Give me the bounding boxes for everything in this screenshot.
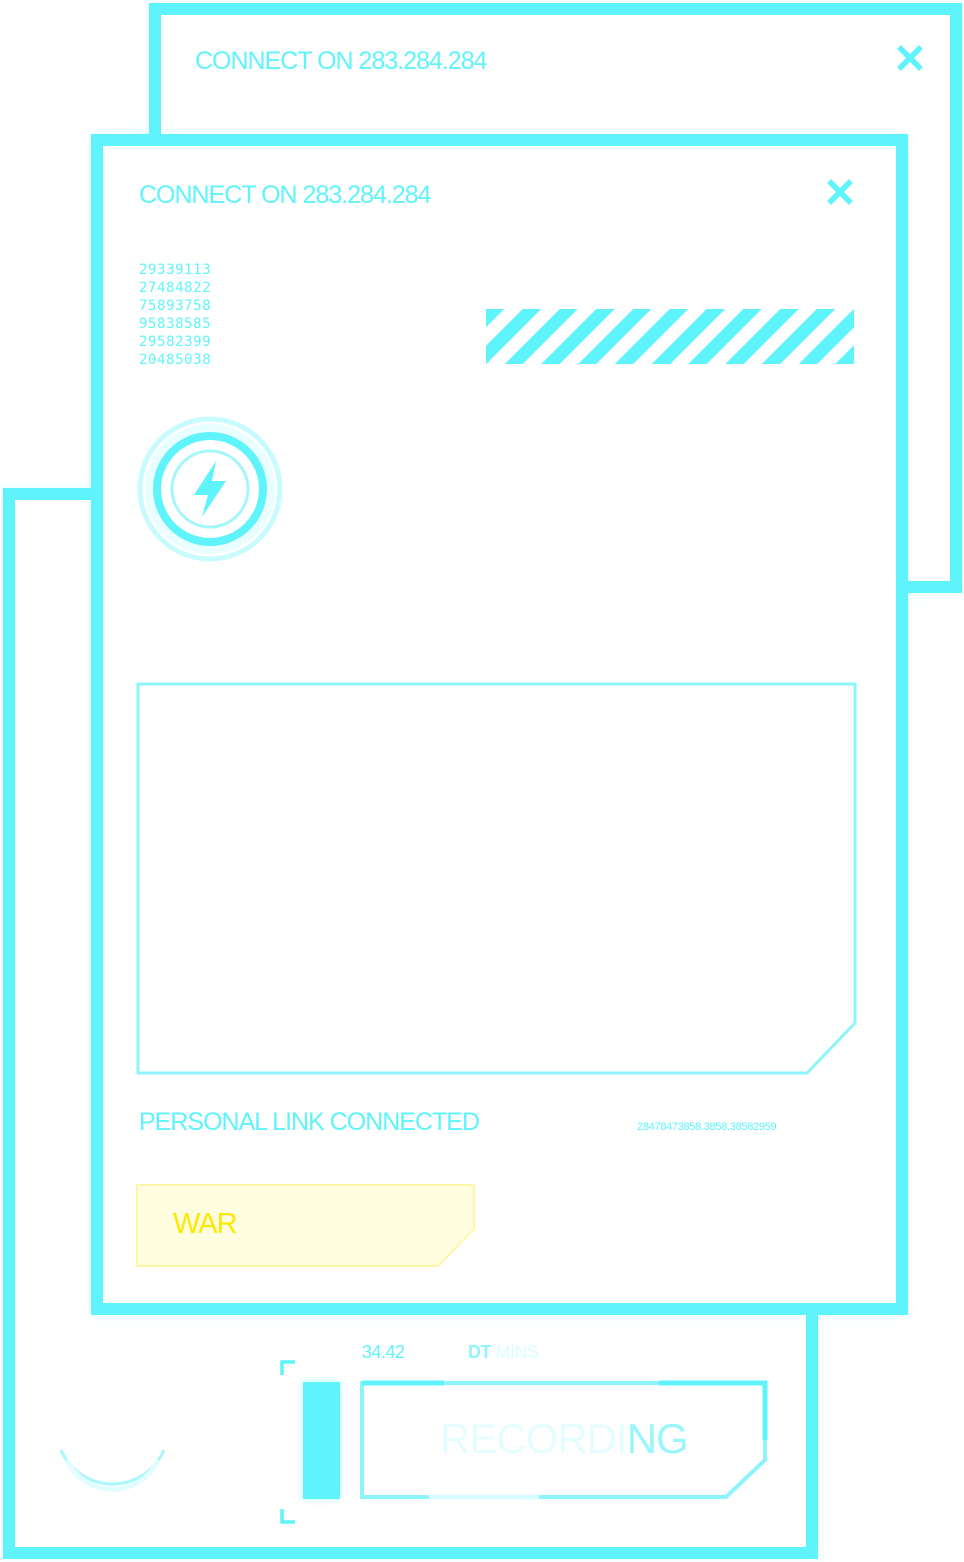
dial-arc bbox=[59, 1449, 166, 1492]
back-window-title: CONNECT ON 283.284.284 bbox=[195, 47, 488, 75]
recording-time-value: 34.42 bbox=[362, 1342, 405, 1362]
front-window-title: CONNECT ON 283.284.284 bbox=[139, 181, 432, 209]
link-id-text: 28478473858.3858.38582959 bbox=[637, 1121, 777, 1133]
hazard-stripe-bar bbox=[486, 309, 854, 364]
code-line: 75893758 bbox=[139, 298, 212, 314]
level-bracket bbox=[280, 1360, 295, 1524]
code-line: 29582399 bbox=[139, 334, 212, 350]
code-line: 20485038 bbox=[139, 352, 212, 368]
recording-time-unit: DT MINS bbox=[468, 1343, 539, 1361]
code-line: 27484822 bbox=[139, 280, 212, 296]
record-label-faint: RECORDI bbox=[440, 1415, 628, 1462]
code-line: 95838585 bbox=[139, 316, 212, 332]
link-status-text: PERSONAL LINK CONNECTED bbox=[139, 1108, 480, 1136]
unit-light: MINS bbox=[491, 1342, 540, 1362]
lightning-bolt-icon[interactable] bbox=[136, 415, 284, 563]
record-label-bright: NG bbox=[626, 1415, 689, 1462]
record-label: RECORDING bbox=[440, 1415, 689, 1462]
code-line: 29339113 bbox=[139, 262, 212, 278]
recording-level-bar bbox=[303, 1382, 340, 1499]
unit-bold: DT bbox=[468, 1342, 492, 1362]
close-icon[interactable] bbox=[894, 42, 926, 74]
war-tag-label: WAR bbox=[173, 1208, 238, 1240]
close-icon[interactable] bbox=[824, 176, 856, 208]
code-list: 29339113 27484822 75893758 95838585 2958… bbox=[139, 261, 211, 369]
display-screen bbox=[136, 682, 857, 1075]
